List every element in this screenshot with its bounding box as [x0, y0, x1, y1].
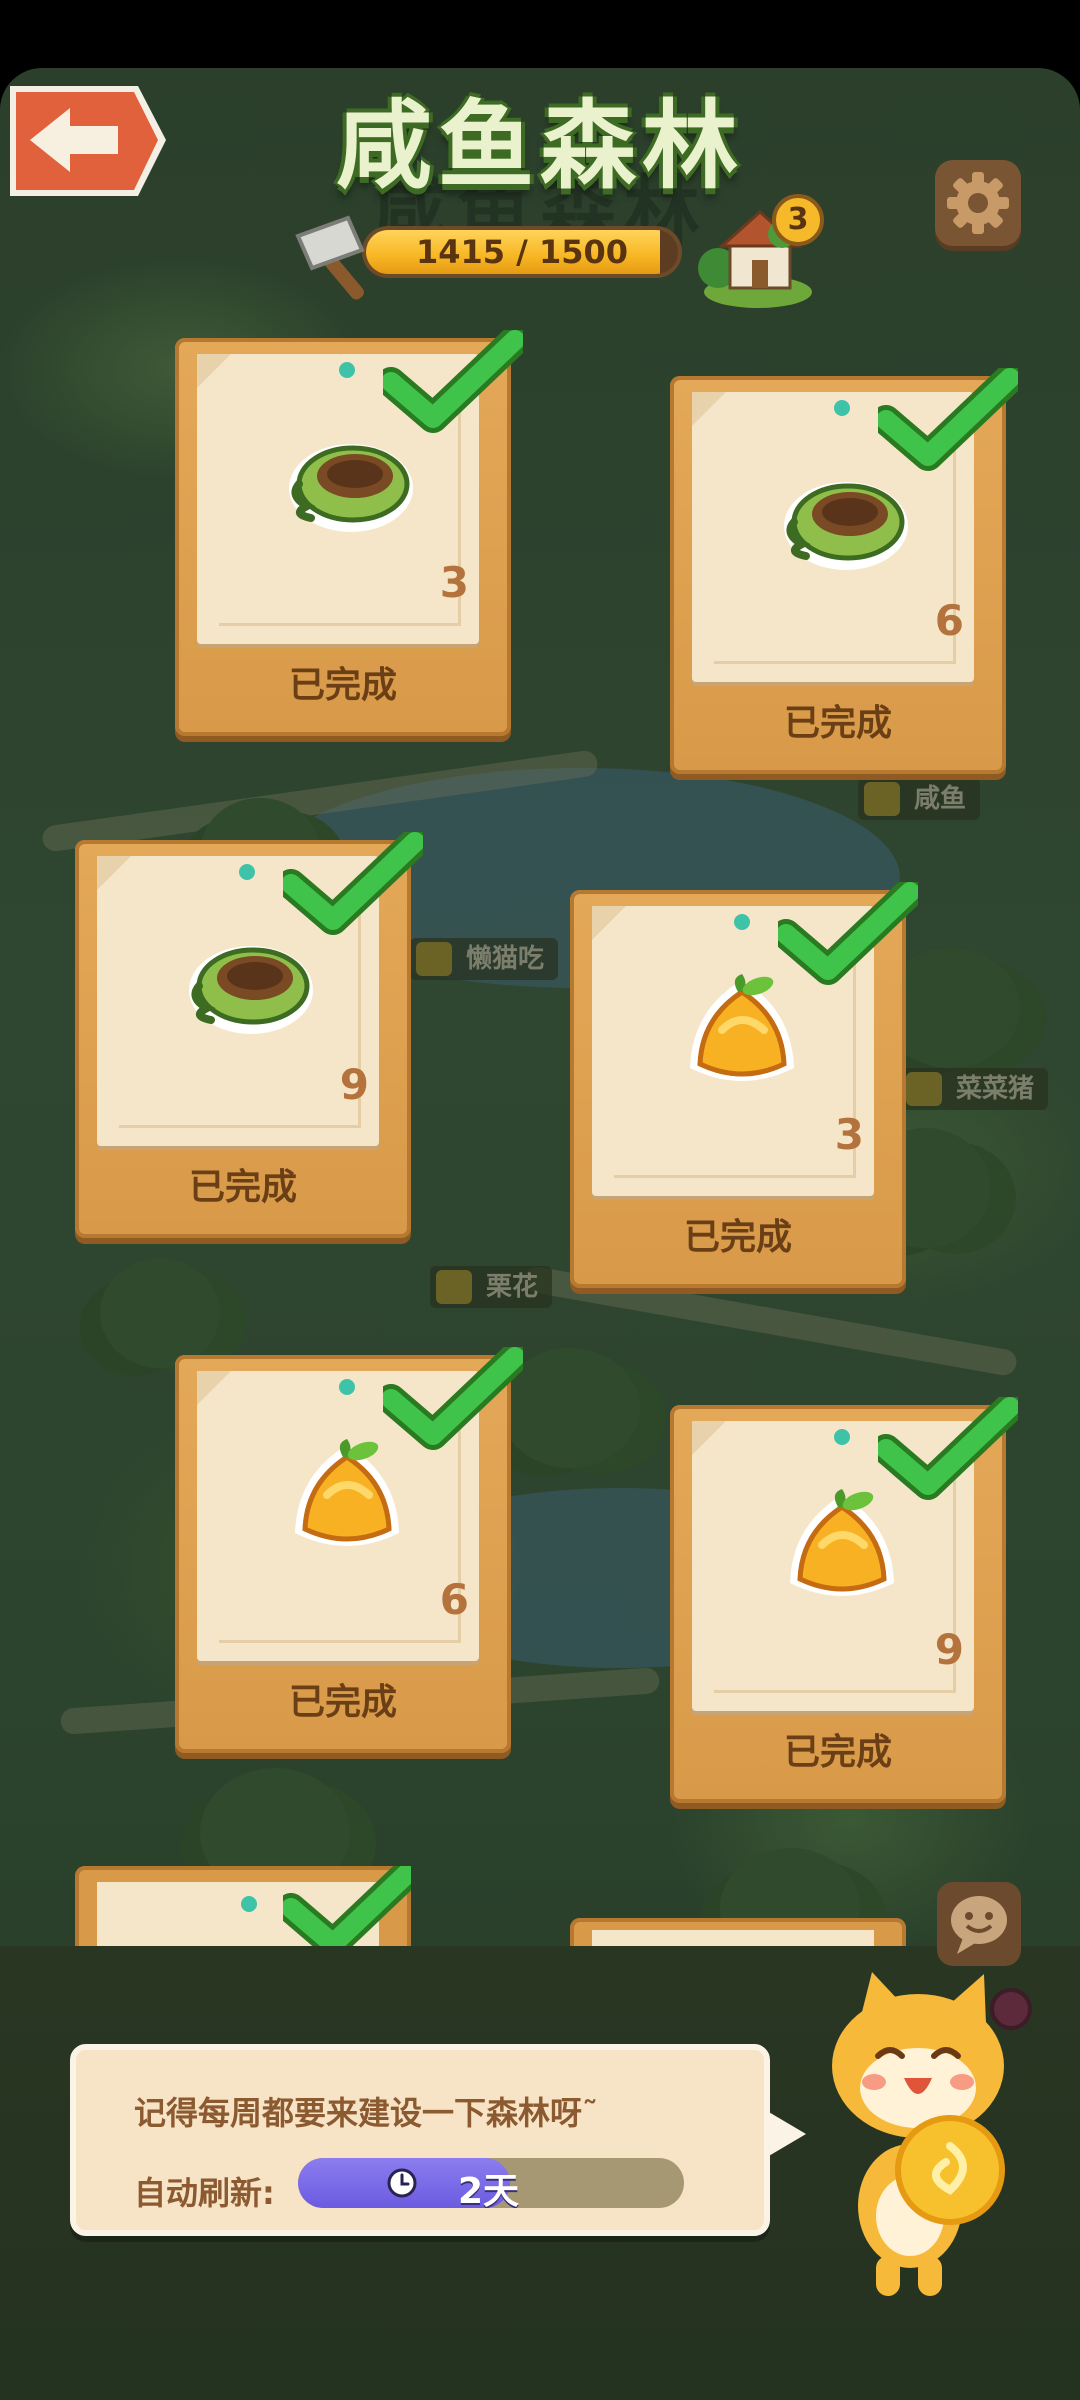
map-pin-icon: [436, 1270, 472, 1304]
check-icon: [376, 325, 530, 434]
task-card[interactable]: 6 已完成: [670, 363, 1025, 774]
pin-icon: [241, 1896, 257, 1912]
task-card[interactable]: 9 已完成: [75, 827, 430, 1238]
map-pin-icon: [416, 942, 452, 976]
map-label[interactable]: 咸鱼: [858, 778, 981, 820]
pin-icon: [834, 1429, 850, 1445]
task-status: 已完成: [288, 1682, 397, 1723]
task-count: 9: [339, 1060, 369, 1109]
build-progress-bar: 1415 / 1500: [362, 226, 682, 278]
pin-icon: [339, 362, 355, 378]
task-count: 3: [439, 558, 469, 607]
check-icon: [276, 827, 430, 936]
back-button[interactable]: [0, 80, 170, 202]
check-icon: [871, 363, 1025, 472]
refresh-label: 自动刷新:: [134, 2174, 275, 2212]
settings-button[interactable]: [935, 160, 1021, 246]
fruit-icon: [672, 970, 812, 1100]
nest-icon: [277, 418, 417, 548]
hammer-icon: [295, 215, 365, 300]
chat-icon: [951, 1896, 1007, 1954]
clock-icon: [387, 2168, 417, 2198]
task-card[interactable]: 9 已完成: [670, 1392, 1025, 1803]
task-count: 3: [834, 1110, 864, 1159]
task-card[interactable]: 3 已完成: [570, 877, 925, 1288]
task-paper: [592, 1930, 874, 1946]
map-pin-icon: [864, 782, 900, 816]
pin-icon: [734, 914, 750, 930]
tip-text: 记得每周都要来建设一下森林呀˜: [134, 2094, 599, 2132]
map-label[interactable]: 懒猫吃: [410, 938, 559, 980]
task-count: 6: [439, 1575, 469, 1624]
map-label[interactable]: 栗花: [430, 1266, 553, 1308]
nest-icon: [177, 920, 317, 1050]
pin-icon: [834, 400, 850, 416]
task-card[interactable]: 3 已完成: [175, 325, 530, 736]
pin-icon: [339, 1379, 355, 1395]
fruit-icon: [277, 1435, 417, 1565]
task-count: 9: [934, 1625, 964, 1674]
chat-button[interactable]: [937, 1882, 1021, 1966]
nest-icon: [772, 456, 912, 586]
task-status: 已完成: [188, 1167, 297, 1208]
task-status: 已完成: [783, 703, 892, 744]
fruit-icon: [772, 1485, 912, 1615]
gear-icon: [947, 172, 1009, 234]
check-icon: [771, 877, 925, 986]
task-card-partial[interactable]: [75, 1866, 411, 1946]
task-card[interactable]: 6 已完成: [175, 1342, 530, 1753]
task-status: 已完成: [783, 1732, 892, 1773]
task-status: 已完成: [288, 665, 397, 706]
speech-bubble: 记得每周都要来建设一下森林呀˜ 自动刷新: 2天: [70, 2044, 770, 2236]
cat-mascot: [832, 1972, 1005, 2296]
task-status: 已完成: [683, 1217, 792, 1258]
refresh-timer-bar: 2天: [298, 2158, 684, 2208]
task-count: 6: [934, 596, 964, 645]
build-progress-text: 1415 / 1500: [415, 233, 629, 271]
map-pin-icon: [906, 1072, 942, 1106]
refresh-timer-text: 2天: [458, 2171, 520, 2208]
pin-icon: [239, 864, 255, 880]
game-screen: 懒猫吃 菜菜猪 栗花 咸鱼 咸鱼森林 咸鱼森林 1415 / 1500 3 3 …: [0, 0, 1080, 2400]
task-card-partial[interactable]: [570, 1918, 906, 1946]
check-icon: [376, 1342, 530, 1451]
check-icon: [283, 1866, 411, 1946]
level-badge: 3: [772, 194, 824, 246]
tree: [100, 1258, 220, 1368]
map-label[interactable]: 菜菜猪: [900, 1068, 1049, 1110]
check-icon: [871, 1392, 1025, 1501]
